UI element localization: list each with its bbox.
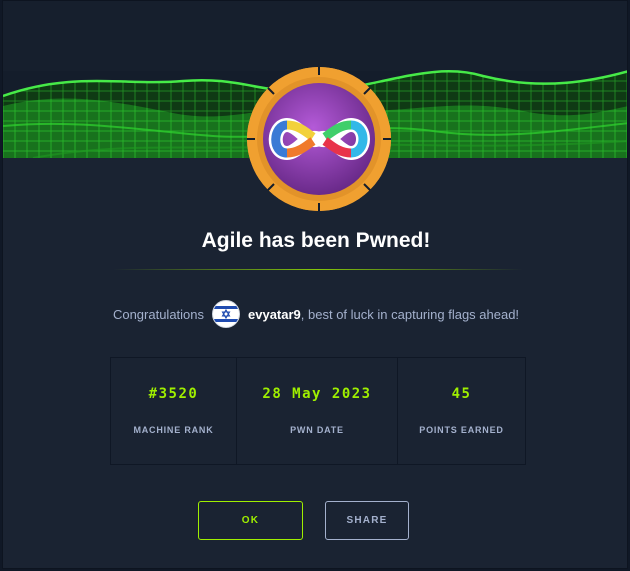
stat-label: MACHINE RANK bbox=[133, 425, 214, 435]
share-button[interactable]: SHARE bbox=[325, 501, 409, 540]
stat-label: PWN DATE bbox=[290, 425, 344, 435]
congrats-prefix: Congratulations bbox=[112, 306, 205, 322]
agile-infinity-logo-icon bbox=[247, 67, 391, 211]
stat-pwn-date: 28 May 2023 PWN DATE bbox=[237, 358, 398, 464]
stats-panel: #3520 MACHINE RANK 28 May 2023 PWN DATE … bbox=[110, 357, 526, 465]
stat-points-earned: 45 POINTS EARNED bbox=[398, 358, 525, 464]
username-link[interactable]: evyatar9 bbox=[248, 307, 301, 322]
title-divider bbox=[113, 269, 523, 270]
congrats-suffix: , best of luck in capturing flags ahead! bbox=[300, 306, 520, 322]
congrats-message: Congratulations evyatar9, best of luck i… bbox=[3, 299, 627, 329]
stat-label: POINTS EARNED bbox=[419, 425, 504, 435]
stat-value: 45 bbox=[451, 386, 472, 402]
ok-button[interactable]: OK bbox=[198, 501, 303, 540]
stat-value: #3520 bbox=[148, 386, 199, 402]
stat-value: 28 May 2023 bbox=[262, 386, 372, 402]
pwned-dialog: Agile has been Pwned! Congratulations ev… bbox=[2, 0, 628, 569]
israel-flag-avatar-icon[interactable] bbox=[212, 300, 241, 328]
dialog-title: Agile has been Pwned! bbox=[201, 229, 431, 252]
stat-machine-rank: #3520 MACHINE RANK bbox=[111, 358, 237, 464]
